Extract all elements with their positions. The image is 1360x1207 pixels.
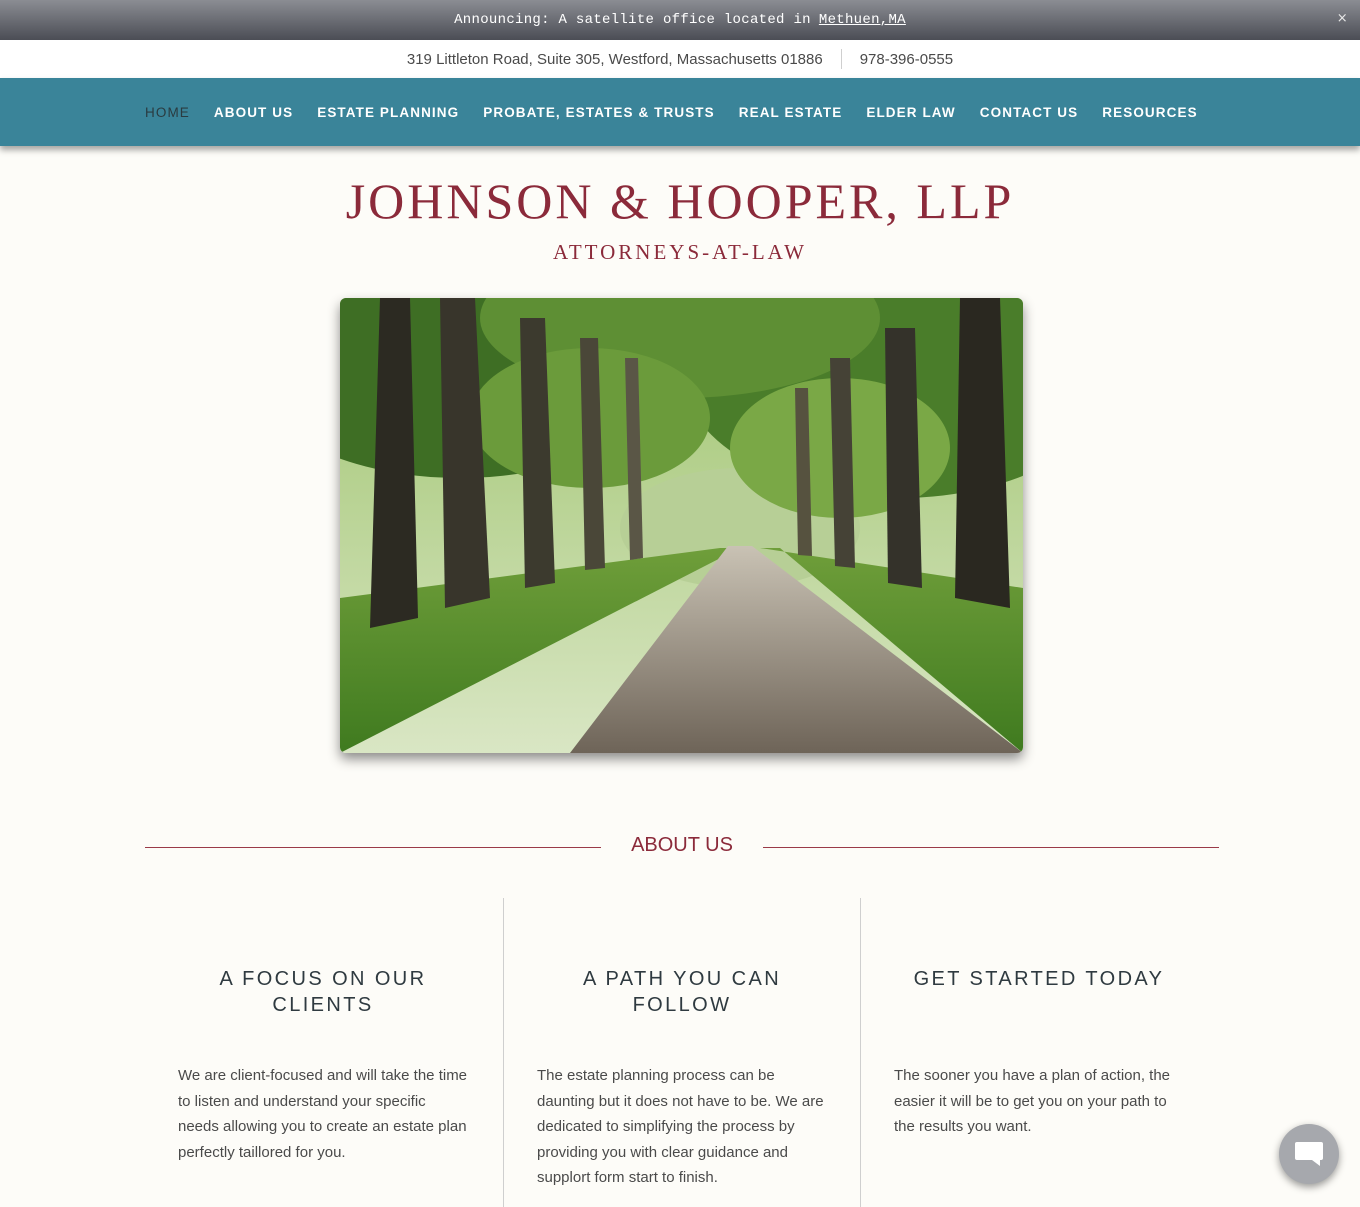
feature-title: GET STARTED TODAY <box>913 968 1165 990</box>
heading-rule-left <box>145 847 601 848</box>
hero-image <box>340 298 1023 753</box>
announcement-link[interactable]: Methuen,MA <box>819 12 906 28</box>
contact-divider <box>840 49 842 69</box>
column-divider <box>503 898 504 1207</box>
feature-title: A PATH YOU CAN FOLLOW <box>582 968 782 1016</box>
feature-column-get-started: GET STARTED TODAY The sooner you have a … <box>894 966 1184 1140</box>
close-icon[interactable]: × <box>1337 11 1348 26</box>
feature-title: A FOCUS ON OUR CLIENTS <box>219 968 427 1016</box>
column-divider <box>860 898 861 1207</box>
chat-button[interactable] <box>1279 1124 1339 1184</box>
feature-column-clients: A FOCUS ON OUR CLIENTS We are client-foc… <box>178 966 468 1165</box>
nav-item-resources[interactable]: RESOURCES <box>1102 105 1197 120</box>
announcement-text: Announcing: A satellite office located i… <box>454 12 811 28</box>
announcement-bar: Announcing: A satellite office located i… <box>0 0 1360 40</box>
nav-item-probate-estates-trusts[interactable]: PROBATE, ESTATES & TRUSTS <box>483 105 715 120</box>
about-heading: ABOUT US <box>631 834 733 856</box>
feature-text: We are client-focused and will take the … <box>178 1067 468 1161</box>
nav-item-about-us[interactable]: ABOUT US <box>214 105 293 120</box>
nav-item-contact-us[interactable]: CONTACT US <box>980 105 1079 120</box>
chat-bubble-icon <box>1295 1142 1323 1166</box>
about-section-header: ABOUT US <box>145 834 1219 862</box>
address-text: 319 Littleton Road, Suite 305, Westford,… <box>406 50 823 68</box>
nav-item-real-estate[interactable]: REAL ESTATE <box>739 105 843 120</box>
nav-item-home[interactable]: HOME <box>145 105 190 120</box>
feature-column-path: A PATH YOU CAN FOLLOW The estate plannin… <box>537 966 827 1191</box>
firm-name: JOHNSON & HOOPER, LLP <box>345 173 1015 229</box>
nav-item-elder-law[interactable]: ELDER LAW <box>866 105 955 120</box>
feature-text: The sooner you have a plan of action, th… <box>894 1067 1171 1136</box>
firm-tagline: ATTORNEYS-AT-LAW <box>553 240 807 264</box>
main-navigation: HOME ABOUT US ESTATE PLANNING PROBATE, E… <box>0 78 1360 146</box>
nav-item-estate-planning[interactable]: ESTATE PLANNING <box>317 105 459 120</box>
heading-rule-right <box>763 847 1219 848</box>
contact-bar: 319 Littleton Road, Suite 305, Westford,… <box>0 40 1360 78</box>
feature-text: The estate planning process can be daunt… <box>537 1067 824 1187</box>
phone-link[interactable]: 978-396-0555 <box>860 51 953 68</box>
